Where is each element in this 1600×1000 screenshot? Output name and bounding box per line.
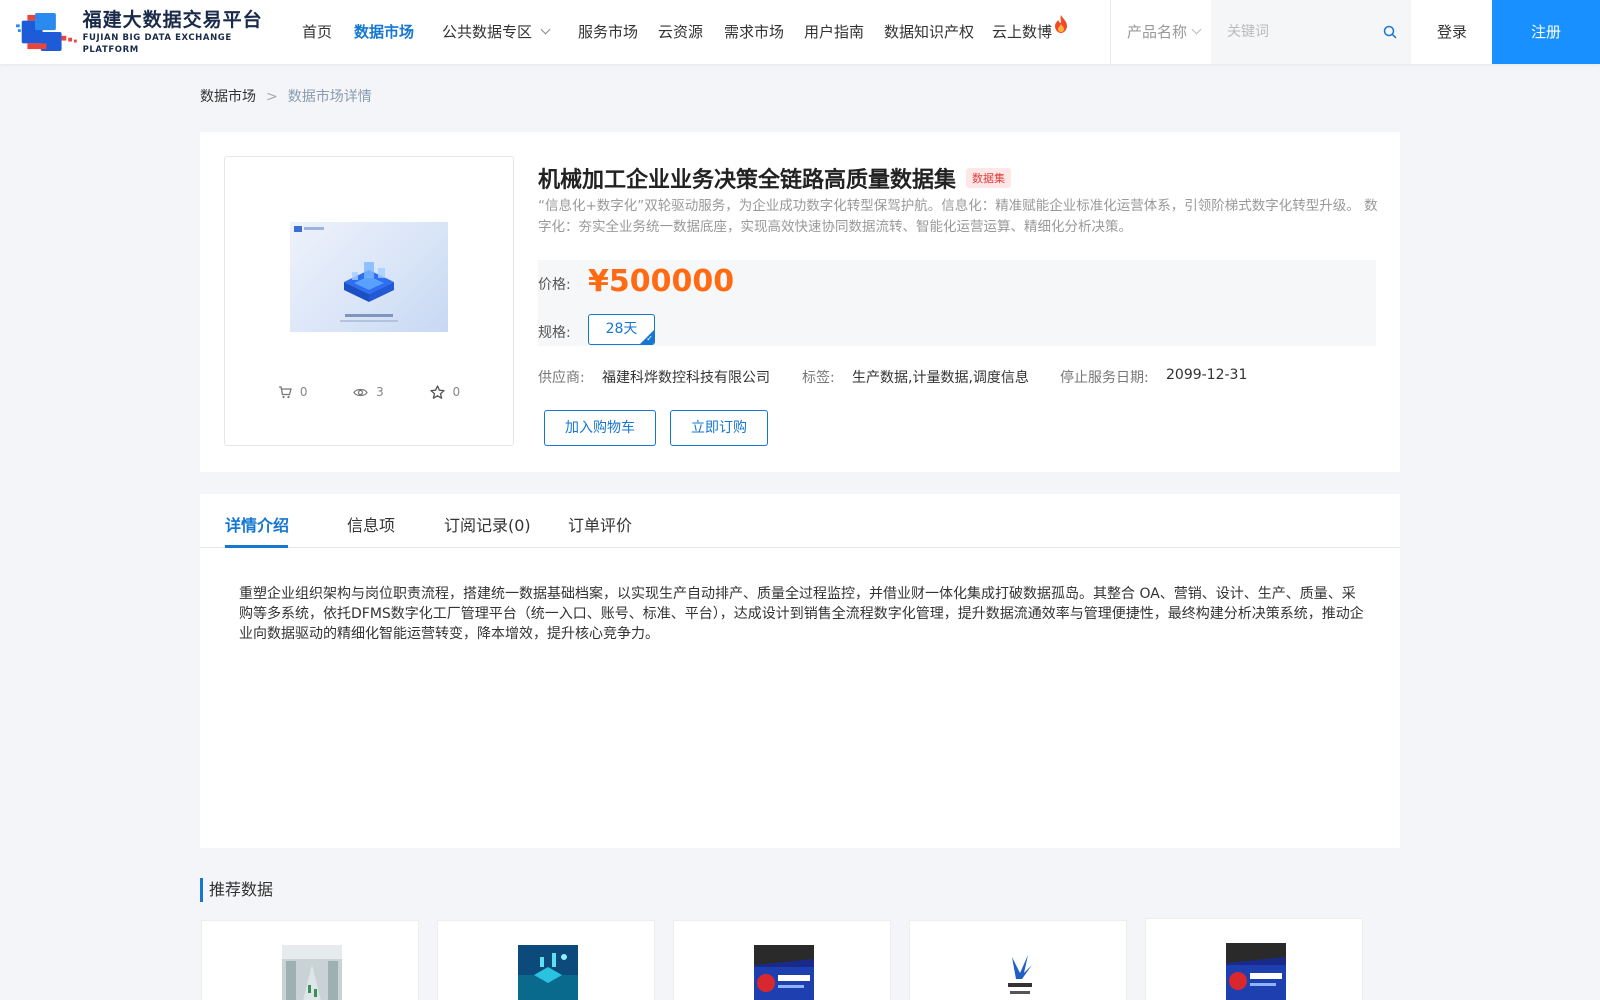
spec-option-28-days[interactable]: 28天 ✓ <box>588 314 655 345</box>
tags-value: 生产数据,计量数据,调度信息 <box>852 370 1029 386</box>
register-button[interactable]: 注册 <box>1492 0 1600 64</box>
logo-mark-icon <box>16 13 77 51</box>
recommend-card[interactable] <box>437 920 655 1000</box>
logo-title: 福建大数据交易平台 <box>82 9 263 31</box>
chevron-down-icon <box>1191 24 1202 35</box>
factory-photo-icon <box>282 945 342 1000</box>
nav-item-user-guide[interactable]: 用户指南 <box>804 0 864 64</box>
nav-item-home[interactable]: 首页 <box>302 0 332 64</box>
stop-date-value: 2099-12-31 <box>1166 367 1248 383</box>
product-illustration-icon <box>294 226 398 322</box>
breadcrumb-root[interactable]: 数据市场 <box>200 89 256 105</box>
star-icon[interactable] <box>429 385 445 399</box>
nav-item-data-ip[interactable]: 数据知识产权 <box>884 0 974 64</box>
nav-item-demand-market[interactable]: 需求市场 <box>724 0 784 64</box>
tab-order-reviews[interactable]: 订单评价 <box>568 512 632 536</box>
recommend-card[interactable] <box>909 920 1127 1000</box>
site-logo[interactable]: 福建大数据交易平台 FUJIAN BIG DATA EXCHANGE PLATF… <box>16 8 281 56</box>
fav-count-stat: 0 <box>429 385 461 399</box>
jinpan-tech-logo-icon <box>1226 943 1286 1000</box>
nav-item-cloud-resources[interactable]: 云资源 <box>658 0 703 64</box>
nav-item-public-data[interactable]: 公共数据专区 <box>442 0 551 64</box>
detail-panel: 详情介绍 信息项 订阅记录(0) 订单评价 重塑企业组织架构与岗位职责流程，搭建… <box>200 494 1400 848</box>
chevron-down-icon <box>540 24 551 35</box>
logo-subtitle: FUJIAN BIG DATA EXCHANGE PLATFORM <box>82 33 232 55</box>
product-type-badge: 数据集 <box>966 168 1012 188</box>
recommend-card[interactable] <box>673 920 891 1000</box>
fav-count: 0 <box>452 385 461 399</box>
search-box <box>1211 0 1411 64</box>
eye-icon <box>353 388 368 396</box>
cart-count-stat: 0 <box>278 385 308 399</box>
search-input[interactable] <box>1211 0 1361 64</box>
spec-label: 规格: <box>538 325 571 341</box>
product-description: “信息化+数字化”双轮驱动服务，为企业成功数字化转型保驾护航。信息化：精准赋能企… <box>538 198 1378 235</box>
tab-subscription-records[interactable]: 订阅记录(0) <box>444 512 531 536</box>
product-card: 0 3 0 机械加工企业业务决策全链路高质量数据集 数据集 “信息化+数字化”双… <box>200 132 1400 472</box>
data-tech-illustration-icon <box>518 945 578 1000</box>
check-icon: ✓ <box>646 334 653 343</box>
price-label: 价格: <box>538 277 571 293</box>
spec-option-label: 28天 <box>605 321 638 337</box>
nav-item-public-data-label: 公共数据专区 <box>442 23 533 41</box>
breadcrumb-separator: > <box>266 89 278 105</box>
zolink-logo-icon <box>990 945 1050 1000</box>
nav-item-data-market[interactable]: 数据市场 <box>354 0 414 64</box>
nav-item-service-market[interactable]: 服务市场 <box>578 0 638 64</box>
breadcrumb-current: 数据市场详情 <box>287 89 372 105</box>
product-stats: 0 3 0 <box>225 385 513 399</box>
price-value: ¥500000 <box>588 264 735 299</box>
search-area: 产品名称 <box>1110 0 1411 64</box>
breadcrumb: 数据市场 > 数据市场详情 <box>200 86 372 106</box>
product-title-row: 机械加工企业业务决策全链路高质量数据集 数据集 <box>538 162 1012 194</box>
recommend-card[interactable] <box>1145 918 1363 1000</box>
nav-item-cloud-expo[interactable]: 云上数博 <box>992 0 1068 64</box>
nav-item-cloud-expo-label: 云上数博 <box>992 23 1053 41</box>
view-count-stat: 3 <box>353 385 384 399</box>
detail-tabs: 详情介绍 信息项 订阅记录(0) 订单评价 <box>200 494 1400 548</box>
supplier-label: 供应商: <box>538 370 585 386</box>
add-to-cart-button[interactable]: 加入购物车 <box>544 410 656 446</box>
search-type-label: 产品名称 <box>1127 23 1188 41</box>
logo-text: 福建大数据交易平台 FUJIAN BIG DATA EXCHANGE PLATF… <box>83 8 281 56</box>
cart-count: 0 <box>299 385 308 399</box>
price-panel: 价格: ¥500000 规格: 28天 ✓ <box>538 260 1376 346</box>
view-count: 3 <box>376 385 384 399</box>
tab-detail[interactable]: 详情介绍 <box>225 512 289 536</box>
cart-icon <box>278 385 292 398</box>
product-title: 机械加工企业业务决策全链路高质量数据集 <box>538 168 957 193</box>
recommend-title: 推荐数据 <box>200 878 273 902</box>
active-tab-indicator <box>225 545 288 548</box>
tags-label: 标签: <box>802 370 835 386</box>
search-type-select[interactable]: 产品名称 <box>1111 0 1211 64</box>
top-header: 福建大数据交易平台 FUJIAN BIG DATA EXCHANGE PLATF… <box>0 0 1600 64</box>
tab-info-items[interactable]: 信息项 <box>347 512 395 536</box>
buy-now-button[interactable]: 立即订购 <box>670 410 768 446</box>
product-thumbnail-box: 0 3 0 <box>224 156 514 446</box>
recommend-card[interactable] <box>201 920 419 1000</box>
jinpan-tech-logo-icon <box>754 945 814 1000</box>
search-icon[interactable] <box>1383 25 1397 39</box>
stop-date-label: 停止服务日期: <box>1060 370 1149 386</box>
login-button[interactable]: 登录 <box>1412 0 1492 64</box>
supplier-value: 福建科烨数控科技有限公司 <box>602 370 770 386</box>
product-image <box>290 222 448 332</box>
fire-icon <box>1055 15 1068 33</box>
detail-text: 重塑企业组织架构与岗位职责流程，搭建统一数据基础档案，以实现生产自动排产、质量全… <box>239 586 1364 642</box>
